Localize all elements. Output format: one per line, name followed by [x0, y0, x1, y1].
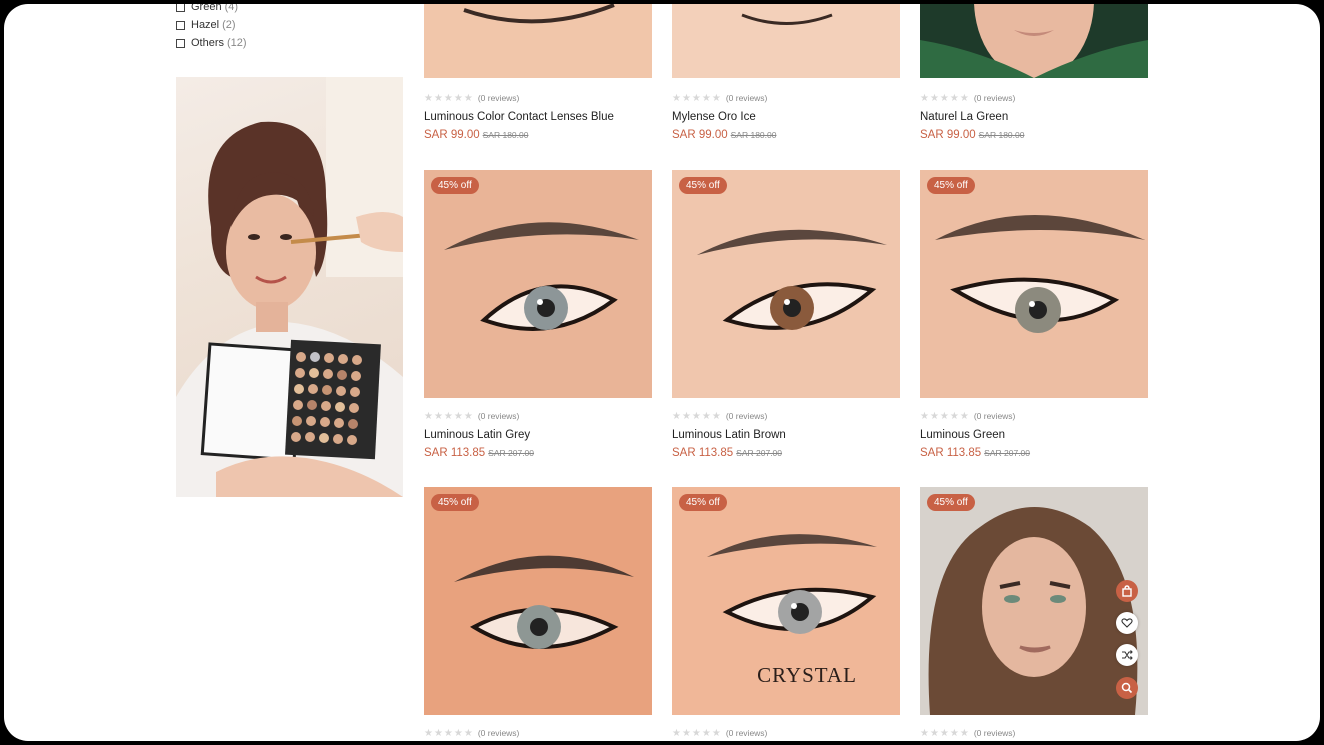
filter-count: (4)	[224, 4, 239, 13]
product-price: SAR 99.00 SAR 180.00	[672, 129, 776, 141]
product-image[interactable]	[424, 170, 652, 398]
sidebar-promo-banner[interactable]	[176, 77, 403, 497]
quick-view-button[interactable]	[1116, 677, 1138, 699]
filter-others[interactable]: Others (12)	[176, 34, 247, 52]
review-count: (0 reviews)	[725, 411, 768, 421]
original-price: SAR 180.00	[730, 130, 777, 140]
original-price: SAR 180.00	[482, 130, 529, 140]
product-price: SAR 113.85 SAR 207.00	[672, 447, 782, 459]
filter-label: Others	[191, 37, 225, 49]
rating-stars: ★★★★★ (0 reviews)	[424, 728, 520, 739]
product-name[interactable]: Luminous Latin Brown	[672, 429, 786, 441]
sale-price: SAR 99.00	[424, 129, 480, 141]
page-frame: Green (4) Hazel (2) Others (12) ★★★★★ (0…	[4, 4, 1320, 741]
add-to-cart-button[interactable]	[1116, 580, 1138, 602]
checkbox[interactable]	[176, 38, 185, 48]
filter-count: (2)	[222, 19, 236, 31]
review-count: (0 reviews)	[477, 411, 520, 421]
product-image[interactable]	[920, 487, 1148, 715]
discount-badge: 45% off	[927, 494, 975, 511]
eye-photo	[424, 170, 652, 398]
original-price: SAR 207.00	[736, 448, 783, 458]
original-price: SAR 207.00	[984, 448, 1031, 458]
product-image[interactable]	[920, 170, 1148, 398]
product-image[interactable]	[424, 487, 652, 715]
original-price: SAR 207.00	[488, 448, 535, 458]
filter-label: Green	[191, 4, 222, 13]
product-image[interactable]	[424, 4, 652, 78]
compare-button[interactable]	[1116, 644, 1138, 666]
rating-stars: ★★★★★ (0 reviews)	[920, 411, 1016, 422]
review-count: (0 reviews)	[973, 411, 1016, 421]
review-count: (0 reviews)	[477, 93, 520, 103]
product-image[interactable]: CRYSTAL	[672, 487, 900, 715]
eye-photo	[920, 170, 1148, 398]
product-name[interactable]: Naturel La Green	[920, 111, 1008, 123]
heart-icon	[1121, 618, 1133, 628]
cart-icon	[1122, 585, 1132, 597]
product-price: SAR 113.85 SAR 207.00	[424, 447, 534, 459]
filter-count: (12)	[227, 37, 247, 49]
review-count: (0 reviews)	[973, 93, 1016, 103]
wishlist-button[interactable]	[1116, 612, 1138, 634]
rating-stars: ★★★★★ (0 reviews)	[672, 93, 768, 104]
product-image[interactable]	[672, 170, 900, 398]
product-image[interactable]	[672, 4, 900, 78]
shuffle-icon	[1122, 650, 1133, 660]
rating-stars: ★★★★★ (0 reviews)	[672, 411, 768, 422]
product-name[interactable]: Luminous Color Contact Lenses Blue	[424, 111, 614, 123]
review-count: (0 reviews)	[973, 728, 1016, 738]
color-filter-list: Green (4) Hazel (2) Others (12)	[176, 4, 247, 52]
rating-stars: ★★★★★ (0 reviews)	[920, 93, 1016, 104]
product-name[interactable]: Luminous Latin Grey	[424, 429, 530, 441]
sale-price: SAR 99.00	[672, 129, 728, 141]
product-price: SAR 113.85 SAR 207.00	[920, 447, 1030, 459]
sale-price: SAR 99.00	[920, 129, 976, 141]
product-name[interactable]: Luminous Green	[920, 429, 1005, 441]
original-price: SAR 180.00	[978, 130, 1025, 140]
review-count: (0 reviews)	[725, 93, 768, 103]
product-price: SAR 99.00 SAR 180.00	[424, 129, 528, 141]
eye-photo	[672, 4, 900, 78]
discount-badge: 45% off	[431, 177, 479, 194]
makeup-artist-photo	[176, 77, 403, 497]
eye-photo: CRYSTAL	[672, 487, 900, 715]
product-image[interactable]	[920, 4, 1148, 78]
review-count: (0 reviews)	[477, 728, 520, 738]
discount-badge: 45% off	[679, 494, 727, 511]
product-name[interactable]: Mylense Oro Ice	[672, 111, 756, 123]
discount-badge: 45% off	[927, 177, 975, 194]
sale-price: SAR 113.85	[920, 447, 982, 459]
filter-label: Hazel	[191, 19, 220, 31]
review-count: (0 reviews)	[725, 728, 768, 738]
rating-stars: ★★★★★ (0 reviews)	[672, 728, 768, 739]
filter-green[interactable]: Green (4)	[176, 4, 247, 16]
model-photo	[920, 487, 1148, 715]
sale-price: SAR 113.85	[672, 447, 734, 459]
eye-photo	[424, 4, 652, 78]
checkbox[interactable]	[176, 20, 185, 30]
eye-photo	[672, 170, 900, 398]
rating-stars: ★★★★★ (0 reviews)	[920, 728, 1016, 739]
checkbox[interactable]	[176, 4, 185, 12]
discount-badge: 45% off	[431, 494, 479, 511]
product-price: SAR 99.00 SAR 180.00	[920, 129, 1024, 141]
lens-brand-text: CRYSTAL	[757, 663, 857, 687]
discount-badge: 45% off	[679, 177, 727, 194]
search-icon	[1121, 682, 1133, 694]
filter-hazel[interactable]: Hazel (2)	[176, 16, 247, 34]
model-photo	[920, 4, 1148, 78]
eye-photo	[424, 487, 652, 715]
sale-price: SAR 113.85	[424, 447, 486, 459]
rating-stars: ★★★★★ (0 reviews)	[424, 411, 520, 422]
rating-stars: ★★★★★ (0 reviews)	[424, 93, 520, 104]
